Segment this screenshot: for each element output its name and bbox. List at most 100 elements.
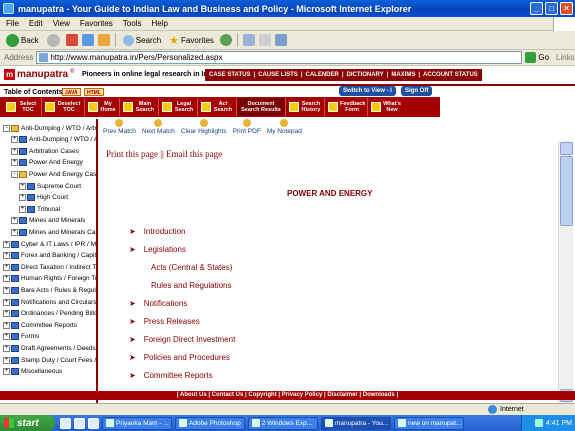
mail-icon[interactable] <box>242 34 255 46</box>
topic-link[interactable]: ➤ Press Releases <box>129 317 200 326</box>
expand-icon[interactable]: + <box>3 286 10 294</box>
clear-highlights-button[interactable]: Clear Highlights <box>181 119 227 141</box>
nav-whats-new[interactable]: What's New <box>368 98 404 116</box>
expand-icon[interactable]: + <box>3 368 10 376</box>
toc-tree-item[interactable]: + Supreme Court <box>19 181 81 191</box>
toc-tree-item[interactable]: + Forms <box>3 332 39 342</box>
expand-icon[interactable]: + <box>3 333 10 341</box>
toc-tree-item[interactable]: + Cyber & IT Laws / IPR / Med <box>3 239 96 249</box>
topic-link[interactable]: ➤ Policies and Procedures <box>129 353 230 362</box>
scroll-thumb[interactable] <box>560 156 573 226</box>
topnav-dictionary[interactable]: DICTIONARY <box>347 72 384 78</box>
refresh-icon[interactable] <box>81 34 94 46</box>
expand-icon[interactable]: + <box>3 310 10 318</box>
toc-tree-item[interactable]: + Miscellaneous <box>3 367 62 377</box>
vertical-scrollbar[interactable] <box>558 141 573 403</box>
topic-link[interactable]: ➤ Introduction <box>129 227 186 236</box>
links-button[interactable]: Links <box>556 53 575 62</box>
nav-act-search[interactable]: Act Search <box>198 98 237 116</box>
expand-icon[interactable]: + <box>3 263 10 271</box>
toc-tree-item[interactable]: + Draft Agreements / Deeds e <box>3 343 96 353</box>
minimize-button[interactable]: _ <box>530 2 543 15</box>
toc-tree-item[interactable]: + Committee Reports <box>3 320 77 330</box>
taskbar-task[interactable]: Priyanka Mam - ... <box>102 416 172 430</box>
topic-link[interactable]: ➤ Notifications <box>129 299 187 308</box>
nav-feedback-form[interactable]: Feedback Form <box>325 98 368 116</box>
toc-tree-item[interactable]: + Direct Taxation / Indirect Ta <box>3 262 96 272</box>
java-badge[interactable]: JAVA <box>62 88 81 96</box>
toc-tree-item[interactable]: + Mines and Minerals <box>11 216 85 226</box>
nav-select-toc[interactable]: Select TOC <box>3 98 42 116</box>
forward-button[interactable] <box>45 33 62 48</box>
email-page-link[interactable]: Email this page <box>166 149 222 159</box>
expand-icon[interactable]: + <box>19 205 26 213</box>
toc-tree-item[interactable]: - Anti-Dumping / WTO / Arbitr <box>3 123 96 133</box>
menu-favorites[interactable]: Favorites <box>80 19 113 28</box>
expand-icon[interactable]: + <box>19 194 26 202</box>
tray-icon[interactable] <box>534 419 543 427</box>
topnav-case-status[interactable]: CASE STATUS <box>209 72 250 78</box>
print-pdf-button[interactable]: Print PDF <box>233 119 261 141</box>
toc-tree-item[interactable]: + Human Rights / Foreign Trad <box>3 274 96 284</box>
my-notepad-button[interactable]: My Notepad <box>267 119 302 141</box>
expand-icon[interactable]: + <box>19 182 26 190</box>
expand-icon[interactable]: + <box>11 217 18 225</box>
nav-legal-search[interactable]: Legal Search <box>159 98 198 116</box>
topnav-maxims[interactable]: MAXIMS <box>391 72 415 78</box>
expand-icon[interactable]: + <box>3 321 10 329</box>
expand-icon[interactable]: + <box>11 228 18 236</box>
menu-file[interactable]: File <box>6 19 19 28</box>
menu-edit[interactable]: Edit <box>29 19 43 28</box>
prev-match-button[interactable]: Prev Match <box>103 119 136 141</box>
toc-tree-item[interactable]: + Arbitration Cases <box>11 146 79 156</box>
toc-tree-item[interactable]: + Bare Acts / Rules & Regulatio <box>3 285 96 295</box>
favorites-button[interactable]: ★ Favorites <box>167 33 216 48</box>
quick-launch-icon[interactable] <box>60 417 71 429</box>
toc-tree-item[interactable]: + Tribunal <box>19 204 60 214</box>
nav-deselect-toc[interactable]: Deselect TOC <box>42 98 85 116</box>
expand-icon[interactable]: + <box>11 147 18 155</box>
taskbar-task[interactable]: Adobe Photoshop <box>175 416 245 430</box>
toc-tree-item[interactable]: + Stamp Duty / Court Fees / C <box>3 355 96 365</box>
topnav-account-status[interactable]: ACCOUNT STATUS <box>423 72 478 78</box>
toc-tree-item[interactable]: + Notifications and Circulars <box>3 297 96 307</box>
expand-icon[interactable]: + <box>11 136 18 144</box>
expand-icon[interactable]: + <box>3 240 10 248</box>
print-icon[interactable] <box>258 34 271 46</box>
taskbar-task[interactable]: manupatra - You... <box>321 416 391 430</box>
start-button[interactable]: start <box>0 415 55 431</box>
history-icon[interactable] <box>219 34 232 46</box>
toc-tree-item[interactable]: + Ordinances / Pending Bills <box>3 309 96 319</box>
stop-icon[interactable] <box>65 34 78 46</box>
collapse-icon[interactable]: - <box>3 124 10 132</box>
expand-icon[interactable]: + <box>3 356 10 364</box>
html-badge[interactable]: HTML <box>84 88 104 96</box>
toc-tree-item[interactable]: + Anti-Dumping / WTO / Arb <box>11 135 96 145</box>
nav-main-search[interactable]: Main Search <box>120 98 159 116</box>
topnav-calender[interactable]: CALENDER <box>306 72 339 78</box>
topnav-cause-lists[interactable]: CAUSE LISTS <box>258 72 298 78</box>
back-button[interactable]: Back <box>4 33 41 48</box>
topic-link[interactable]: Rules and Regulations <box>151 281 232 290</box>
expand-icon[interactable]: + <box>3 344 10 352</box>
toc-tree-item[interactable]: + Forex and Banking / Capital <box>3 251 96 261</box>
toc-tree-item[interactable]: + Mines and Minerals Cases <box>11 227 96 237</box>
toc-tree-item[interactable]: - Power And Energy Cases <box>11 169 96 179</box>
expand-icon[interactable]: + <box>11 159 18 167</box>
collapse-icon[interactable]: - <box>11 170 18 178</box>
topic-link[interactable]: ➤ Legislations <box>129 245 186 254</box>
nav-my-home[interactable]: My Home <box>85 98 120 116</box>
menu-tools[interactable]: Tools <box>123 19 142 28</box>
go-button[interactable]: Go <box>525 52 549 63</box>
topic-link[interactable]: ➤ Committee Reports <box>129 371 213 380</box>
nav-document-search-results[interactable]: Document Search Results <box>237 98 286 116</box>
toc-tree-item[interactable]: + Power And Energy <box>11 158 83 168</box>
taskbar-task[interactable]: new on manupat... <box>394 416 464 430</box>
search-button[interactable]: Search <box>121 33 163 48</box>
edit-icon[interactable] <box>274 34 287 46</box>
site-footer[interactable]: | About Us | Contact Us | Copyright | Pr… <box>0 391 575 400</box>
menu-view[interactable]: View <box>53 19 70 28</box>
topic-link[interactable]: ➤ Foreign Direct Investment <box>129 335 235 344</box>
address-input[interactable]: http://www.manupatra.in/Pers/Personalize… <box>36 51 523 64</box>
nav-search-history[interactable]: Search History <box>286 98 325 116</box>
